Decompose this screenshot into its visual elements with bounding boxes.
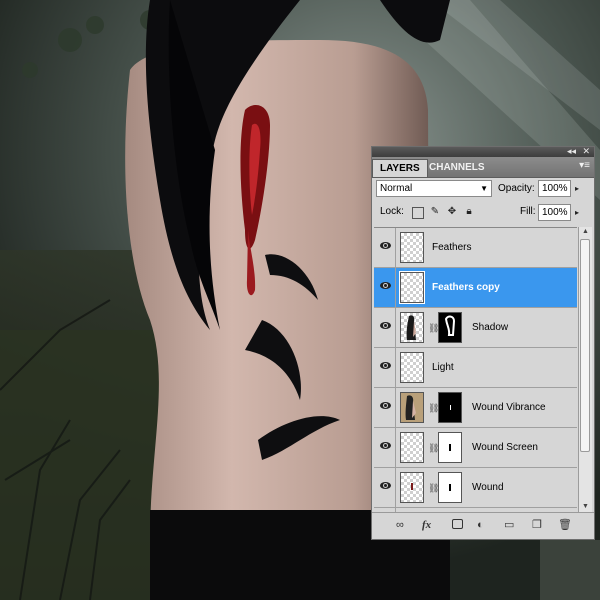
layer-thumbnail: [400, 232, 424, 263]
layer-list-scrollbar[interactable]: ▲ ▼: [578, 227, 592, 512]
layer-thumbnail: [400, 392, 424, 423]
layer-thumbnail: [400, 432, 424, 463]
visibility-eye-icon[interactable]: [376, 468, 396, 507]
lock-paint-icon[interactable]: ✎: [429, 206, 441, 218]
layer-row-shadow[interactable]: ⛓ Shadow: [374, 308, 577, 348]
layers-panel: ◂◂ ✕ LAYERS CHANNELS ▾≡ Normal ▼ Opacity…: [371, 146, 595, 540]
layer-name: Feathers copy: [432, 282, 500, 293]
layer-row-light[interactable]: Light: [374, 348, 577, 388]
scrollbar-thumb[interactable]: [580, 239, 590, 452]
folder-icon[interactable]: ▭: [504, 519, 514, 531]
layer-thumbnail: [400, 352, 424, 383]
visibility-eye-icon[interactable]: [376, 428, 396, 467]
lock-move-icon[interactable]: ✥: [446, 206, 458, 218]
layer-name: Wound Screen: [472, 442, 538, 453]
layer-mask-thumbnail[interactable]: [438, 472, 462, 503]
lock-label: Lock:: [380, 206, 404, 217]
layer-row-wound-screen[interactable]: ⛓ Wound Screen: [374, 428, 577, 468]
layer-name: Shadow: [472, 322, 509, 333]
panel-tab-row: LAYERS CHANNELS ▾≡: [372, 157, 594, 178]
collapse-icon[interactable]: ◂◂: [567, 146, 576, 156]
panel-menu-icon[interactable]: ▾≡: [579, 160, 590, 171]
panel-bottom-bar: ∞ fx ◐ ▭ ❐ 🗑︎: [372, 512, 594, 539]
new-layer-icon[interactable]: ❐: [532, 519, 542, 531]
visibility-eye-icon[interactable]: [376, 348, 396, 387]
close-icon[interactable]: ✕: [582, 146, 590, 156]
layer-row-feathers[interactable]: Feathers: [374, 228, 577, 268]
fill-label: Fill:: [520, 206, 536, 217]
layer-row-wound-vibrance[interactable]: ⛓ Wound Vibrance: [374, 388, 577, 428]
layer-thumbnail: [400, 472, 424, 503]
blend-mode-value: Normal: [380, 183, 413, 194]
visibility-eye-icon[interactable]: [376, 268, 396, 307]
layer-mask-thumbnail[interactable]: [438, 432, 462, 463]
layer-row-feathers-copy[interactable]: Feathers copy: [374, 268, 577, 308]
layer-name: Wound: [472, 482, 504, 493]
layer-name: Feathers: [432, 242, 472, 253]
layer-mask-thumbnail[interactable]: [438, 312, 462, 343]
panel-title-bar: ◂◂ ✕: [372, 146, 594, 157]
fill-value: 100%: [542, 207, 568, 218]
layer-name: Wound Vibrance: [472, 402, 546, 413]
adjustment-icon[interactable]: ◐: [477, 519, 484, 531]
layer-name: Light: [432, 362, 454, 373]
layer-list: Feathers Feathers copy ⛓ Shadow Light ⛓ …: [374, 227, 577, 513]
chevron-right-icon[interactable]: ▸: [575, 205, 579, 220]
layer-row-wound[interactable]: ⛓ Wound: [374, 468, 577, 508]
chevron-right-icon[interactable]: ▸: [575, 181, 579, 196]
blend-row: Normal ▼ Opacity: 100% ▸: [372, 179, 594, 201]
visibility-eye-icon[interactable]: [376, 308, 396, 347]
blend-mode-select[interactable]: Normal ▼: [376, 180, 492, 197]
link-icon[interactable]: ∞: [396, 519, 404, 531]
lock-row: Lock: ✎ ✥ 🔒︎ Fill: 100% ▸: [372, 204, 594, 226]
fill-field[interactable]: 100% ▸: [538, 204, 579, 221]
tab-layers[interactable]: LAYERS: [372, 159, 428, 177]
lock-all-icon[interactable]: 🔒︎: [463, 206, 475, 218]
lock-transparent-icon[interactable]: [412, 207, 424, 219]
fx-icon[interactable]: fx: [422, 519, 431, 531]
tab-channels[interactable]: CHANNELS: [422, 159, 492, 177]
layer-mask-thumbnail[interactable]: [438, 392, 462, 423]
layer-thumbnail: [400, 312, 424, 343]
visibility-eye-icon[interactable]: [376, 388, 396, 427]
mask-icon[interactable]: [452, 519, 463, 529]
layer-thumbnail: [399, 271, 425, 304]
scroll-up-icon[interactable]: ▲: [579, 227, 592, 237]
visibility-eye-icon[interactable]: [376, 228, 396, 267]
trash-icon[interactable]: 🗑︎: [558, 519, 572, 531]
opacity-label: Opacity:: [498, 183, 535, 194]
chevron-down-icon: ▼: [480, 184, 488, 193]
opacity-value: 100%: [542, 183, 568, 194]
opacity-field[interactable]: 100% ▸: [538, 180, 579, 197]
scroll-down-icon[interactable]: ▼: [579, 502, 592, 512]
